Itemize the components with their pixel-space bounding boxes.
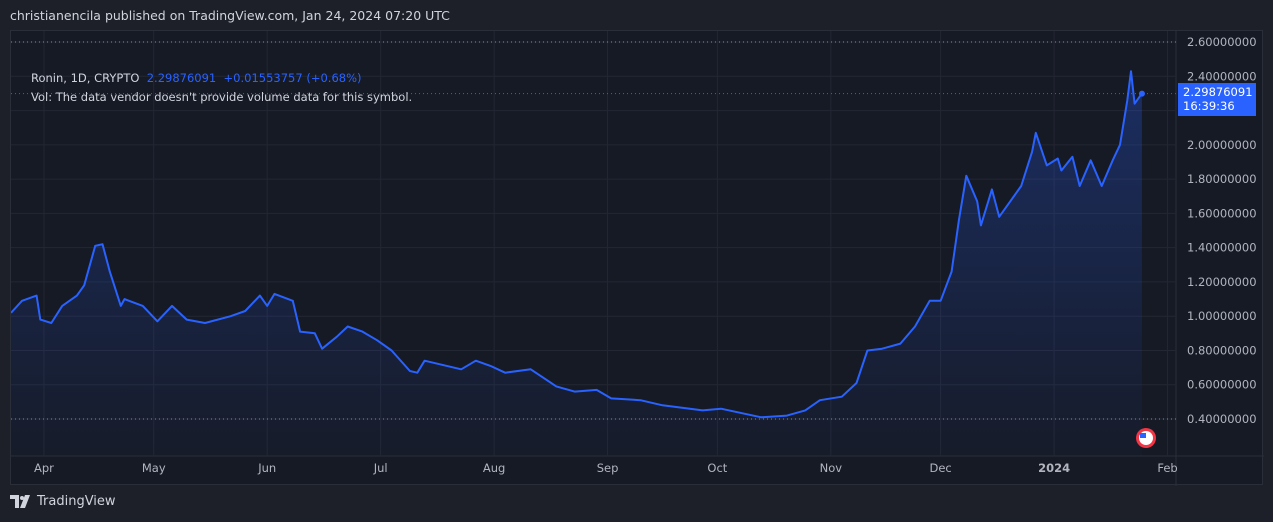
y-tick-label: 1.40000000	[1187, 241, 1257, 255]
x-tick-label: Dec	[930, 461, 952, 475]
y-tick-label: 1.80000000	[1187, 172, 1257, 186]
chart-legend: Ronin, 1D, CRYPTO 2.29876091 +0.01553757…	[31, 69, 412, 107]
y-tick-label: 2.00000000	[1187, 138, 1257, 152]
last-price-value: 2.29876091	[1183, 85, 1253, 99]
x-tick-label: Aug	[483, 461, 505, 475]
us-flag-icon	[1140, 433, 1146, 438]
bar-countdown: 16:39:36	[1183, 99, 1235, 113]
legend-change: +0.01553757	[223, 71, 303, 85]
x-tick-label: Oct	[707, 461, 727, 475]
y-tick-label: 2.40000000	[1187, 69, 1257, 83]
x-tick-label: Sep	[597, 461, 619, 475]
y-tick-label: 0.60000000	[1187, 378, 1257, 392]
last-price-point	[1138, 90, 1145, 97]
legend-price: 2.29876091	[146, 71, 217, 85]
y-tick-label: 0.40000000	[1187, 412, 1257, 426]
y-tick-label: 1.60000000	[1187, 206, 1257, 220]
publisher-caption: christianencila published on TradingView…	[10, 8, 450, 23]
logo-text: TradingView	[37, 494, 116, 509]
x-tick-label: Nov	[820, 461, 843, 475]
y-tick-label: 1.00000000	[1187, 309, 1257, 323]
last-price-tag: 2.29876091 16:39:36	[1178, 83, 1256, 116]
x-tick-label: 2024	[1038, 461, 1070, 475]
chart-panel[interactable]: 2.600000002.400000002.200000002.00000000…	[10, 30, 1264, 486]
price-area-fill	[11, 71, 1142, 456]
y-tick-label: 1.20000000	[1187, 275, 1257, 289]
y-tick-label: 2.60000000	[1187, 35, 1257, 49]
x-tick-label: Feb	[1157, 461, 1177, 475]
volume-note: Vol: The data vendor doesn't provide vol…	[31, 90, 413, 104]
x-tick-label: Apr	[34, 461, 54, 475]
legend-change-pct: (+0.68%)	[306, 71, 362, 85]
tradingview-logo-icon	[10, 494, 30, 508]
tradingview-logo[interactable]: TradingView	[10, 494, 116, 509]
x-tick-label: May	[142, 461, 166, 475]
x-tick-label: Jul	[373, 461, 388, 475]
symbol-label[interactable]: Ronin, 1D, CRYPTO	[31, 71, 139, 85]
y-tick-label: 0.80000000	[1187, 343, 1257, 357]
x-tick-label: Jun	[257, 461, 276, 475]
